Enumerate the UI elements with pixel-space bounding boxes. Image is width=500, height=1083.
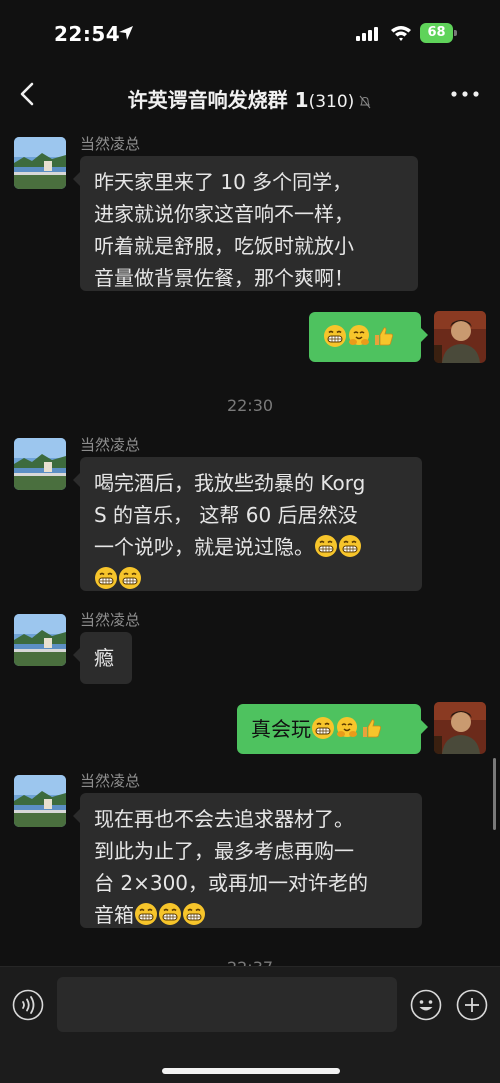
my-message-bubble[interactable] [309,312,428,362]
message-line: 到此为止了，最多考虑再购一 [94,839,354,863]
timestamp: 22:30 [226,396,274,415]
message-line: 现在再也不会去追求器材了。 [94,807,354,831]
sender-name: 当然凌总 [80,772,141,790]
message-bubble[interactable]: 喝完酒后，我放些劲暴的 Korg S 的音乐， 这帮 60 后居然没 一个说吵，… [73,457,422,591]
message-line: 音量做背景佐餐，那个爽啊！ [94,266,354,290]
cellular-signal-icon [356,27,378,41]
voice-input-icon[interactable] [12,989,44,1021]
message-line-with-emoji: 一个说吵，就是说过隐。 [94,531,408,563]
avatar-me[interactable] [434,702,486,754]
home-indicator[interactable] [162,1068,340,1074]
avatar-me[interactable] [434,311,486,363]
message-line: 台 2×300，或再加一对许老的 [94,871,369,895]
my-message-bubble[interactable]: 真会玩 [237,704,428,754]
message-line: 喝完酒后，我放些劲暴的 Korg [94,471,366,495]
grin-emoji-icon [323,324,347,348]
message-line: 昨天家里来了 10 多个同学， [94,170,353,194]
thumbs-up-emoji-icon [371,324,395,348]
battery-tip [454,30,457,36]
hugging-emoji-icon [347,324,371,348]
message-bubble[interactable]: 现在再也不会去追求器材了。 到此为止了，最多考虑再购一 台 2×300，或再加一… [73,793,422,931]
avatar-ling[interactable] [14,438,66,490]
chat-title-text: 许英谔音响发烧群 1 [127,88,309,112]
message-line: S 的音乐， 这帮 60 后居然没 [94,503,358,527]
member-count: (310) [308,92,355,112]
battery-icon: 68 [420,23,458,43]
message-line-with-emoji: 音箱 [94,899,408,931]
status-bar: 22:54 68 [0,0,500,64]
message-line: 真会玩 [251,717,311,741]
grin-emoji-icon [338,534,362,558]
message-bubble[interactable]: 瘾 [73,632,132,684]
location-arrow-icon [119,26,133,40]
grin-emoji-icon [158,902,182,926]
message-line: 听着就是舒服，吃饭时就放小 [94,234,354,258]
grin-emoji-icon [134,902,158,926]
grin-emoji-icon [118,566,142,590]
message-list[interactable]: 当然凌总 昨天家里来了 10 多个同学， 进家就说你家这音响不一样， 听着就是舒… [0,124,500,966]
grin-emoji-icon [314,534,338,558]
status-time: 22:54 [54,22,121,46]
avatar-ling[interactable] [14,137,66,189]
message-line: 瘾 [94,646,114,670]
sender-name: 当然凌总 [80,611,141,629]
avatar-ling[interactable] [14,614,66,666]
chat-title: 许英谔音响发烧群 1(310) [0,84,500,113]
thumbs-up-emoji-icon [359,716,383,740]
timestamp: 22:37 [0,958,500,966]
grin-emoji-icon [311,716,335,740]
nav-bar: 许英谔音响发烧群 1(310) [0,64,500,124]
grin-emoji-icon [182,902,206,926]
mute-bell-icon [359,95,371,108]
battery-level: 68 [420,23,453,43]
more-options-icon[interactable] [448,86,482,102]
hugging-emoji-icon [335,716,359,740]
wifi-icon [391,26,411,41]
sender-name: 当然凌总 [80,135,141,153]
emoji-line [94,563,408,595]
emoji-picker-icon[interactable] [410,989,442,1021]
add-attachment-icon[interactable] [456,989,488,1021]
message-line: 音箱 [94,903,134,927]
message-bubble[interactable]: 昨天家里来了 10 多个同学， 进家就说你家这音响不一样， 听着就是舒服，吃饭时… [73,156,418,291]
scrollbar[interactable] [493,758,496,830]
grin-emoji-icon [94,566,118,590]
message-line: 一个说吵，就是说过隐。 [94,535,314,559]
input-bar [0,966,500,1083]
message-line: 进家就说你家这音响不一样， [94,202,354,226]
avatar-ling[interactable] [14,775,66,827]
message-input[interactable] [57,977,397,1032]
sender-name: 当然凌总 [80,436,141,454]
